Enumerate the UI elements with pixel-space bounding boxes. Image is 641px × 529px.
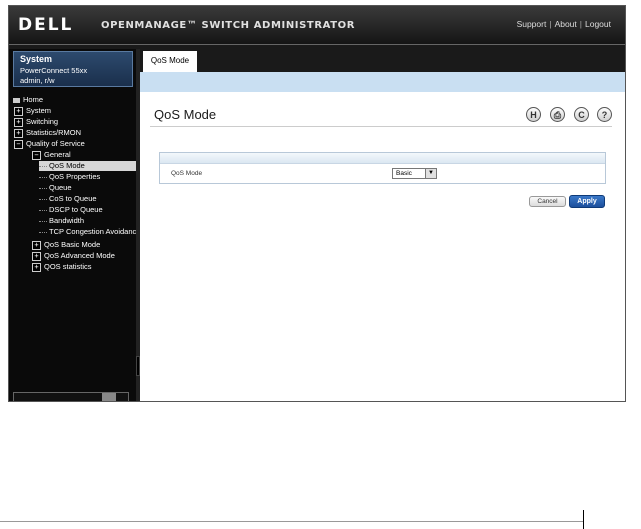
qos-mode-panel: QoS Mode Basic ▼ <box>159 152 606 184</box>
tree-item-qos-properties[interactable]: QoS Properties <box>39 172 100 182</box>
print-icon[interactable]: ⎙ <box>550 107 565 122</box>
expand-icon[interactable]: + <box>14 128 23 138</box>
tree-item-statistics-rmon[interactable]: + Statistics/RMON <box>14 128 81 138</box>
qos-mode-select[interactable]: Basic ▼ <box>392 168 437 179</box>
main-content: QoS Mode QoS Mode H ⎙ C ? QoS Mode Basic… <box>140 49 625 401</box>
tree-item-label: Home <box>23 95 44 104</box>
save-icon[interactable]: H <box>526 107 541 122</box>
tree-connector <box>39 198 47 200</box>
qos-mode-value: Basic <box>396 170 412 177</box>
qos-mode-label: QoS Mode <box>171 170 203 177</box>
tree-item-label: TCP Congestion Avoidance <box>49 227 136 236</box>
system-user: admin, r/w <box>20 76 55 85</box>
tree-connector <box>39 165 47 167</box>
page-title: QoS Mode <box>154 107 217 122</box>
expand-icon[interactable]: + <box>32 262 41 272</box>
tree-item-label: QoS Properties <box>49 172 101 181</box>
tree-connector <box>39 231 47 233</box>
tree-item-qos-statistics[interactable]: + QOS statistics <box>32 262 92 272</box>
tree-item-qos-mode[interactable]: QoS Mode <box>39 161 136 171</box>
help-icon[interactable]: ? <box>597 107 612 122</box>
expand-icon[interactable]: + <box>32 251 41 261</box>
header-bar: DELL OPENMANAGE™ SWITCH ADMINISTRATOR Su… <box>9 6 625 45</box>
tree-item-switching[interactable]: + Switching <box>14 117 58 127</box>
tree-item-label: QOS statistics <box>44 262 92 271</box>
tree-connector <box>39 220 47 222</box>
tree-item-label: DSCP to Queue <box>49 205 103 214</box>
dell-logo: DELL <box>18 15 74 35</box>
system-info-box[interactable]: System PowerConnect 55xx admin, r/w <box>13 51 133 87</box>
tree-connector <box>39 187 47 189</box>
tree-item-quality-of-service[interactable]: − Quality of Service <box>14 139 85 149</box>
app-title: OPENMANAGE™ SWITCH ADMINISTRATOR <box>101 20 356 31</box>
tab-bar: QoS Mode <box>140 49 625 72</box>
tree-item-general[interactable]: − General <box>32 150 71 160</box>
tree-item-cos-to-queue[interactable]: CoS to Queue <box>39 194 97 204</box>
collapse-icon[interactable]: − <box>14 139 23 149</box>
cancel-button[interactable]: Cancel <box>529 196 566 207</box>
tree-connector <box>39 176 47 178</box>
tree-item-label: Queue <box>49 183 72 192</box>
home-icon <box>13 97 20 103</box>
tab-qos-mode[interactable]: QoS Mode <box>143 51 197 72</box>
expand-icon[interactable]: + <box>32 240 41 250</box>
expand-icon[interactable]: + <box>14 106 23 116</box>
chevron-down-icon[interactable]: ▼ <box>425 169 436 178</box>
tree-item-label: Quality of Service <box>26 139 85 148</box>
tree-item-label: System <box>26 106 52 115</box>
expand-icon[interactable]: + <box>14 117 23 127</box>
tree-item-label: QoS Basic Mode <box>44 240 101 249</box>
support-link[interactable]: Support <box>517 19 547 29</box>
tree-item-queue[interactable]: Queue <box>39 183 72 193</box>
tree-item-label: QoS Mode <box>49 161 85 170</box>
title-divider <box>150 126 612 127</box>
scrollbar-thumb[interactable] <box>102 393 116 401</box>
link-separator: | <box>579 19 582 29</box>
left-navigation-panel: System PowerConnect 55xx admin, r/w Home… <box>9 49 136 401</box>
tree-item-dscp-to-queue[interactable]: DSCP to Queue <box>39 205 103 215</box>
tree-item-qos-advanced-mode[interactable]: + QoS Advanced Mode <box>32 251 115 261</box>
tree-item-label: CoS to Queue <box>49 194 97 203</box>
footer-bar <box>583 510 584 529</box>
tree-item-label: Switching <box>26 117 59 126</box>
tree-item-bandwidth[interactable]: Bandwidth <box>39 216 84 226</box>
tree-item-system[interactable]: + System <box>14 106 51 116</box>
horizontal-scrollbar[interactable] <box>13 392 129 401</box>
app-window: DELL OPENMANAGE™ SWITCH ADMINISTRATOR Su… <box>8 5 626 402</box>
refresh-icon[interactable]: C <box>574 107 589 122</box>
apply-button[interactable]: Apply <box>569 195 605 208</box>
tree-item-label: QoS Advanced Mode <box>44 251 115 260</box>
link-separator: | <box>549 19 552 29</box>
tree-item-qos-basic-mode[interactable]: + QoS Basic Mode <box>32 240 100 250</box>
tree-item-label: Statistics/RMON <box>26 128 82 137</box>
tree-item-tcp-congestion[interactable]: TCP Congestion Avoidance <box>39 227 136 237</box>
system-title: System <box>20 54 53 64</box>
tree-item-home[interactable]: Home <box>13 95 43 105</box>
header-links: Support | About | Logout <box>517 19 611 29</box>
navigation-tree: Home + System + Switching + Statistics/RMON… <box>13 93 136 389</box>
tree-item-label: Bandwidth <box>49 216 85 225</box>
system-model: PowerConnect 55xx <box>20 66 88 75</box>
panel-header <box>160 153 605 164</box>
header-band <box>140 72 625 92</box>
tree-item-label: General <box>44 150 71 159</box>
tree-connector <box>39 209 47 211</box>
about-link[interactable]: About <box>555 19 577 29</box>
footer-rule <box>0 521 583 522</box>
logout-link[interactable]: Logout <box>585 19 611 29</box>
collapse-icon[interactable]: − <box>32 150 41 160</box>
